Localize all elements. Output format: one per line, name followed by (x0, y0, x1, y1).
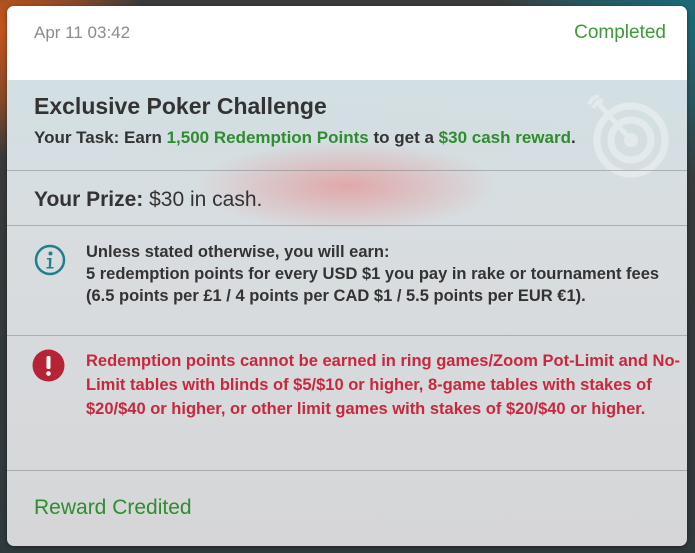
date-label: Apr 11 03:42 (34, 23, 131, 42)
prize-row: Your Prize: $30 in cash. (34, 188, 262, 212)
task-description: Your Task: Earn 1,500 Redemption Points … (34, 128, 576, 148)
warning-text: Redemption points cannot be earned in ri… (86, 352, 681, 418)
challenge-title: Exclusive Poker Challenge (34, 93, 327, 119)
prize-value: $30 in cash. (143, 188, 263, 211)
challenge-card: Apr 11 03:42 Completed Exclusive Poker C… (7, 6, 687, 546)
task-prefix: Your Task: Earn (34, 128, 167, 147)
reward-status: Reward Credited (34, 496, 192, 519)
info-icon (34, 244, 66, 276)
task-middle: to get a (368, 128, 439, 147)
info-text: Unless stated otherwise, you will earn: … (86, 241, 676, 307)
card-header: Apr 11 03:42 Completed (7, 6, 687, 80)
divider (7, 170, 687, 171)
task-reward: $30 cash reward (438, 128, 571, 147)
divider (7, 335, 687, 336)
status-label: Completed (574, 22, 666, 43)
info-line-1: Unless stated otherwise, you will earn: (86, 243, 390, 261)
info-line-2: 5 redemption points for every USD $1 you… (86, 265, 660, 305)
target-icon (587, 94, 669, 178)
prize-label: Your Prize: (34, 188, 144, 211)
exclamation-icon (32, 349, 65, 382)
task-points: 1,500 Redemption Points (166, 128, 369, 147)
divider (7, 225, 687, 226)
task-suffix: . (570, 128, 576, 147)
divider (7, 470, 687, 471)
